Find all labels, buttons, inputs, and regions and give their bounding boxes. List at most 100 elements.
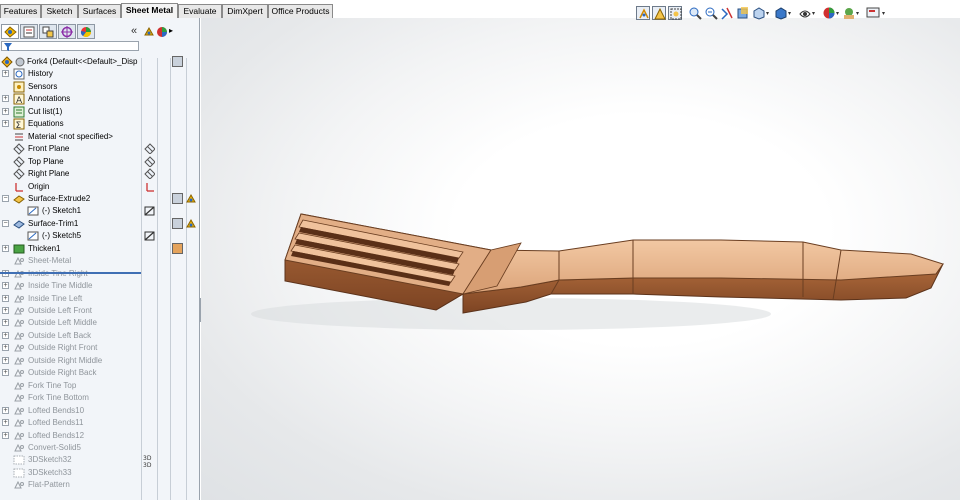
tree-item[interactable]: + Inside Tine Middle xyxy=(0,280,199,292)
display-style-button[interactable] xyxy=(774,6,788,20)
tree-item[interactable]: − Surface-Trim1 xyxy=(0,217,199,230)
visibility-icon[interactable] xyxy=(144,143,155,155)
tree-item[interactable]: + Outside Left Front xyxy=(0,305,199,317)
tree-options-icon[interactable] xyxy=(143,26,155,38)
display-pane-swatch[interactable] xyxy=(172,56,183,67)
display-manager-tab[interactable] xyxy=(77,24,95,39)
expand-toggle[interactable]: + xyxy=(2,282,9,290)
rollback-bar[interactable] xyxy=(0,272,141,274)
fork-3d-model[interactable] xyxy=(201,18,960,500)
tab-sketch[interactable]: Sketch xyxy=(41,4,78,18)
tree-item[interactable]: Material <not specified> xyxy=(0,131,199,143)
dimxpert-manager-tab[interactable] xyxy=(58,24,76,39)
tree-item[interactable]: Sensors xyxy=(0,81,199,93)
dropdown-arrow[interactable]: ▾ xyxy=(788,10,791,17)
configuration-manager-tab[interactable] xyxy=(39,24,57,39)
tab-surfaces[interactable]: Surfaces xyxy=(78,4,121,18)
expand-toggle[interactable]: + xyxy=(2,406,9,414)
expand-toggle[interactable]: + xyxy=(2,107,9,115)
zoom-area-button[interactable] xyxy=(704,6,718,20)
tree-filter-field[interactable] xyxy=(1,41,139,51)
expand-toggle[interactable]: + xyxy=(2,95,9,103)
expand-toggle[interactable]: + xyxy=(2,307,9,314)
view-settings-button[interactable] xyxy=(866,6,880,20)
tree-item[interactable]: + Thicken1 xyxy=(0,242,199,255)
tree-item[interactable]: + Lofted Bends12 xyxy=(0,430,199,442)
zoom-to-fit-button[interactable] xyxy=(652,6,666,20)
visibility-icon[interactable] xyxy=(144,168,155,180)
dropdown-arrow[interactable]: ▾ xyxy=(882,10,885,17)
dropdown-arrow[interactable]: ▾ xyxy=(836,10,839,17)
expand-toggle[interactable]: + xyxy=(2,120,9,128)
tree-item[interactable]: + Lofted Bends10 xyxy=(0,405,199,417)
tab-office-products[interactable]: Office Products xyxy=(268,4,333,18)
tab-evaluate[interactable]: Evaluate xyxy=(178,4,222,18)
appearance-swatch[interactable] xyxy=(172,242,183,254)
expand-toggle[interactable]: + xyxy=(2,319,9,327)
visibility-icon[interactable] xyxy=(144,181,155,192)
dropdown-arrow[interactable]: ▾ xyxy=(856,10,859,17)
expand-toggle[interactable]: + xyxy=(2,431,9,439)
tree-item[interactable]: + Outside Right Front xyxy=(0,342,199,354)
expand-toggle[interactable]: − xyxy=(2,219,9,227)
tree-root-part[interactable]: Fork4 (Default<<Default>_Disp xyxy=(0,56,199,68)
tree-item[interactable]: + Outside Right Back xyxy=(0,367,199,379)
tab-sheet-metal[interactable]: Sheet Metal xyxy=(121,3,178,18)
zoom-to-area-button[interactable] xyxy=(668,6,682,20)
tree-item[interactable]: − Surface-Extrude2 xyxy=(0,192,199,205)
expand-toggle[interactable]: + xyxy=(2,356,9,364)
expand-toggle[interactable]: − xyxy=(2,194,9,202)
appearance-sphere-icon[interactable] xyxy=(156,26,168,38)
tree-item[interactable]: Right Plane xyxy=(0,168,199,180)
tree-item[interactable]: (-) Sketch1 xyxy=(0,205,199,217)
tree-item[interactable]: Convert-Solid5 xyxy=(0,442,199,454)
tree-item[interactable]: 3DSketch33 xyxy=(0,467,199,479)
panel-dropdown-arrow[interactable]: ▸ xyxy=(169,26,173,35)
tree-item[interactable]: Top Plane xyxy=(0,155,199,168)
expand-toggle[interactable]: + xyxy=(2,244,9,252)
tab-features[interactable]: Features xyxy=(0,4,41,18)
tree-item[interactable]: Flat-Pattern xyxy=(0,479,199,491)
edit-appearance-icon[interactable] xyxy=(186,218,197,229)
tree-item[interactable]: + Outside Left Back xyxy=(0,330,199,342)
apply-scene-button[interactable] xyxy=(842,6,856,20)
zoom-button[interactable] xyxy=(688,6,702,20)
visibility-icon[interactable] xyxy=(144,155,155,167)
expand-toggle[interactable]: + xyxy=(2,294,9,302)
tree-item[interactable]: + Outside Left Middle xyxy=(0,317,199,329)
feature-manager-tab[interactable] xyxy=(1,24,19,39)
expand-toggle[interactable]: + xyxy=(2,331,9,339)
orientation-button[interactable] xyxy=(636,6,650,20)
hide-show-items-button[interactable] xyxy=(798,6,812,20)
tree-item[interactable]: + Lofted Bends11 xyxy=(0,417,199,429)
tree-item[interactable]: + Cut list(1) xyxy=(0,106,199,118)
tree-item[interactable]: Fork Tine Bottom xyxy=(0,392,199,404)
tree-item[interactable]: + Outside Right Middle xyxy=(0,355,199,367)
tab-dimxpert[interactable]: DimXpert xyxy=(222,4,268,18)
expand-toggle[interactable]: + xyxy=(2,344,9,352)
appearance-swatch[interactable] xyxy=(172,217,183,229)
edit-appearance-icon[interactable] xyxy=(186,193,197,204)
tree-item[interactable]: + Σ Equations xyxy=(0,118,199,130)
tree-item[interactable]: + History xyxy=(0,68,199,80)
expand-toggle[interactable]: + xyxy=(2,419,9,427)
appearance-swatch[interactable] xyxy=(172,192,183,204)
dropdown-arrow[interactable]: ▾ xyxy=(812,10,815,17)
visibility-icon[interactable] xyxy=(144,205,155,216)
tree-item[interactable]: Fork Tine Top xyxy=(0,380,199,392)
tree-item[interactable]: Front Plane xyxy=(0,143,199,155)
section-view-button[interactable] xyxy=(736,6,750,20)
tree-item[interactable]: + Inside Tine Left xyxy=(0,293,199,305)
visibility-icon[interactable] xyxy=(144,230,155,241)
edit-appearance-button[interactable] xyxy=(822,6,836,20)
property-manager-tab[interactable] xyxy=(20,24,38,39)
tree-item[interactable]: Sheet-Metal xyxy=(0,255,199,267)
tree-item[interactable]: Origin xyxy=(0,181,199,193)
tree-item[interactable]: + A Annotations xyxy=(0,93,199,105)
collapse-panel-button[interactable]: « xyxy=(131,24,137,38)
expand-toggle[interactable]: + xyxy=(2,369,9,377)
view-orientation-button[interactable] xyxy=(752,6,766,20)
dropdown-arrow[interactable]: ▾ xyxy=(766,10,769,17)
previous-view-button[interactable] xyxy=(720,6,734,20)
tree-item[interactable]: 3DSketch32 xyxy=(0,454,199,466)
